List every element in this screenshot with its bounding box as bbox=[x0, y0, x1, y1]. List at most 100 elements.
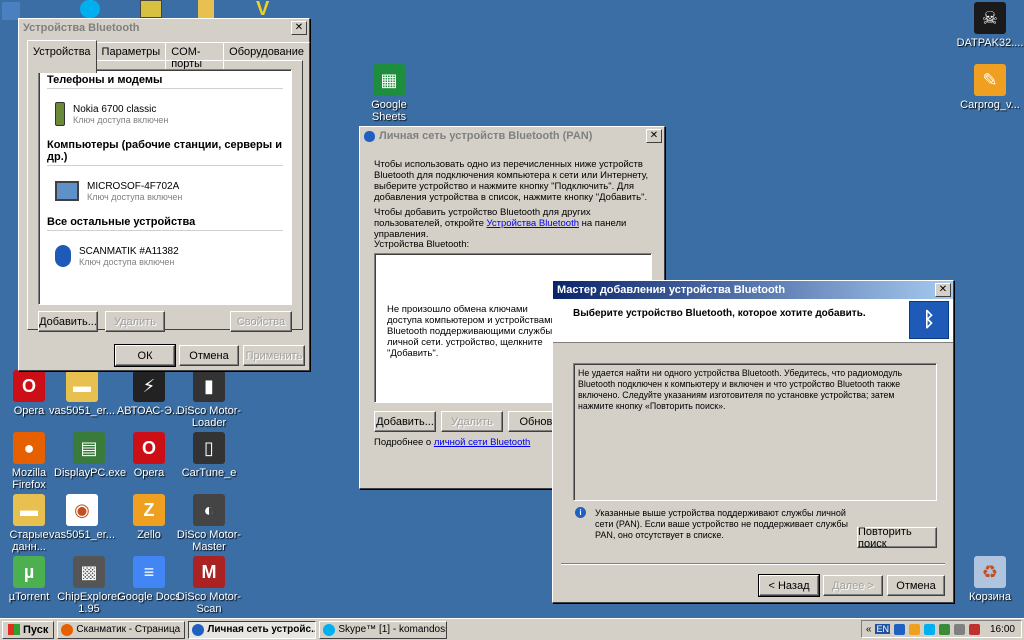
retry-search-button[interactable]: Повторить поиск bbox=[857, 526, 937, 550]
bt-devices-titlebar[interactable]: Устройства Bluetooth ✕ bbox=[19, 19, 309, 37]
taskbar-button-label: Личная сеть устройс... bbox=[207, 624, 317, 635]
info-icon: i bbox=[575, 507, 586, 518]
desktop-icon-recycle[interactable]: ♻ Корзина bbox=[955, 556, 1024, 603]
gdocs-icon: ≡ bbox=[133, 556, 165, 588]
bluetooth-device-icon bbox=[55, 245, 71, 267]
firefox-icon: ● bbox=[13, 432, 45, 464]
desktop-icon-label: vas5051_er... bbox=[48, 529, 116, 541]
desktop-icon-label: vas5051_er... bbox=[48, 405, 116, 417]
device-name: Nokia 6700 classic bbox=[73, 103, 157, 115]
pan-intro-2: Чтобы добавить устройство Bluetooth для … bbox=[374, 207, 627, 240]
carprog-icon: ✎ bbox=[974, 64, 1006, 96]
cartune-icon: ▯ bbox=[193, 432, 225, 464]
back-button[interactable]: < Назад bbox=[758, 574, 820, 597]
skype-tray-icon[interactable] bbox=[923, 623, 935, 635]
bt-devices-window: Устройства Bluetooth ✕ Устройства Параме… bbox=[18, 18, 310, 371]
remove-button[interactable]: Удалить bbox=[105, 311, 165, 332]
volume-tray-icon[interactable] bbox=[953, 623, 965, 635]
properties-button[interactable]: Свойства bbox=[230, 311, 292, 332]
pan-more-info: Подробнее о личной сети Bluetooth bbox=[374, 437, 531, 448]
desktop-icon-label: Корзина bbox=[969, 591, 1011, 603]
add-button[interactable]: Добавить... bbox=[38, 311, 98, 332]
apply-button[interactable]: Применить bbox=[243, 345, 305, 366]
disco2-icon: ◐ bbox=[193, 494, 225, 526]
pan-info-text: Указанные выше устройства поддерживают с… bbox=[595, 508, 848, 540]
device-status: Ключ доступа включен bbox=[87, 191, 183, 202]
old-icon: ▬ bbox=[13, 494, 45, 526]
program-icon-partial[interactable] bbox=[140, 0, 162, 18]
language-indicator[interactable]: EN bbox=[875, 624, 890, 634]
task-app-icon bbox=[192, 623, 205, 636]
cancel-button[interactable]: Отмена bbox=[887, 575, 945, 596]
taskbar-button[interactable]: Сканматик - Страница ... bbox=[57, 620, 186, 639]
desktop-icon-vas1[interactable]: ▬ vas5051_er... bbox=[47, 370, 117, 417]
device-item[interactable]: Nokia 6700 classic Ключ доступа включен bbox=[55, 99, 283, 129]
cancel-button[interactable]: Отмена bbox=[179, 345, 239, 366]
close-button[interactable]: ✕ bbox=[935, 283, 951, 297]
taskbar: Пуск Сканматик - Страница ... Личная сеть… bbox=[0, 618, 1024, 640]
pan-help-link[interactable]: личной сети Bluetooth bbox=[434, 437, 530, 448]
vas1-icon: ▬ bbox=[66, 370, 98, 402]
folder-icon-partial[interactable] bbox=[198, 0, 214, 18]
device-list[interactable]: Телефоны и модемы Nokia 6700 classic Ключ … bbox=[38, 69, 292, 305]
next-button[interactable]: Далее > bbox=[823, 575, 883, 596]
network-tray-icon[interactable] bbox=[938, 623, 950, 635]
displaypc-icon: ▤ bbox=[73, 432, 105, 464]
desktop-icon-label: DiSco Motor-Loader bbox=[176, 405, 242, 429]
device-status: Ключ доступа включен bbox=[79, 256, 175, 267]
device-group-heading: Все остальные устройства bbox=[47, 216, 283, 231]
system-tray: « EN 16:00 bbox=[860, 620, 1022, 638]
desktop-icon-disco1[interactable]: ▮ DiSco Motor-Loader bbox=[174, 370, 244, 429]
desktop-icon-label: CarTune_e bbox=[181, 467, 237, 479]
taskbar-button[interactable]: Личная сеть устройс... bbox=[188, 620, 317, 639]
desktop-icon-vas2[interactable]: ◉ vas5051_er... bbox=[47, 494, 117, 541]
taskbar-button-label: Skype™ [1] - komandoss... bbox=[338, 624, 448, 635]
start-label: Пуск bbox=[23, 623, 49, 636]
desktop-icon-gsheets[interactable]: ▦ Google Sheets bbox=[354, 64, 424, 123]
desktop-icon-datpak[interactable]: ☠ DATPAK32.... bbox=[955, 2, 1024, 49]
datpak-icon: ☠ bbox=[974, 2, 1006, 34]
close-button[interactable]: ✕ bbox=[291, 21, 307, 35]
taskbar-button-label: Сканматик - Страница ... bbox=[76, 624, 186, 635]
empty-list-message: Не произошло обмена ключами доступа комп… bbox=[387, 304, 556, 359]
add-button[interactable]: Добавить... bbox=[374, 411, 436, 432]
bt-devices-link[interactable]: Устройства Bluetooth bbox=[487, 218, 579, 229]
wizard-device-list[interactable]: Не удается найти ни одного устройства Bl… bbox=[573, 363, 937, 501]
recycle-icon: ♻ bbox=[974, 556, 1006, 588]
skype-icon-partial[interactable] bbox=[80, 0, 100, 18]
avtoas-icon: ⚡ bbox=[133, 370, 165, 402]
app-tray-icon[interactable] bbox=[908, 623, 920, 635]
device-status: Ключ доступа включен bbox=[73, 114, 169, 125]
task-app-icon bbox=[61, 623, 74, 636]
taskbar-button[interactable]: Skype™ [1] - komandoss... bbox=[319, 620, 448, 639]
ok-button[interactable]: ОК bbox=[114, 344, 176, 367]
add-device-wizard: Мастер добавления устройства Bluetooth ✕… bbox=[552, 280, 954, 603]
wizard-titlebar[interactable]: Мастер добавления устройства Bluetooth ✕ bbox=[553, 281, 953, 299]
device-list-label: Устройства Bluetooth: bbox=[374, 239, 470, 250]
opera1-icon: O bbox=[13, 370, 45, 402]
device-item[interactable]: SCANMATIK #A11382 Ключ доступа включен bbox=[55, 241, 283, 271]
pan-title: Личная сеть устройств Bluetooth (PAN) bbox=[379, 130, 593, 142]
security-tray-icon[interactable] bbox=[968, 623, 980, 635]
vas2-icon: ◉ bbox=[66, 494, 98, 526]
desktop-icon-carprog[interactable]: ✎ Carprog_v... bbox=[955, 64, 1024, 111]
task-app-icon bbox=[323, 623, 336, 636]
bluetooth-tray-icon[interactable] bbox=[893, 623, 905, 635]
desktop-icon-cartune[interactable]: ▯ CarTune_e bbox=[174, 432, 244, 479]
chipexp-icon: ▩ bbox=[73, 556, 105, 588]
tray-arrow-icon[interactable]: « bbox=[866, 624, 872, 635]
pan-titlebar[interactable]: Личная сеть устройств Bluetooth (PAN) ✕ bbox=[360, 127, 664, 145]
remove-button[interactable]: Удалить bbox=[441, 411, 503, 432]
opera2-icon: O bbox=[133, 432, 165, 464]
computer-icon bbox=[55, 181, 79, 201]
desktop-icon-disco2[interactable]: ◐ DiSco Motor-Master bbox=[174, 494, 244, 553]
tab-devices[interactable]: Устройства bbox=[27, 40, 97, 73]
desktop-icon-label: DiSco Motor-Master bbox=[176, 529, 242, 553]
start-button[interactable]: Пуск bbox=[2, 620, 55, 639]
desktop-icon-disco3[interactable]: M DiSco Motor-Scan bbox=[174, 556, 244, 615]
desktop-icon-label: DiSco Motor-Scan bbox=[176, 591, 242, 615]
v-icon-partial[interactable]: V bbox=[256, 0, 276, 19]
device-item[interactable]: MICROSOF-4F702A Ключ доступа включен bbox=[55, 176, 283, 206]
close-button[interactable]: ✕ bbox=[646, 129, 662, 143]
device-name: MICROSOF-4F702A bbox=[87, 180, 180, 192]
